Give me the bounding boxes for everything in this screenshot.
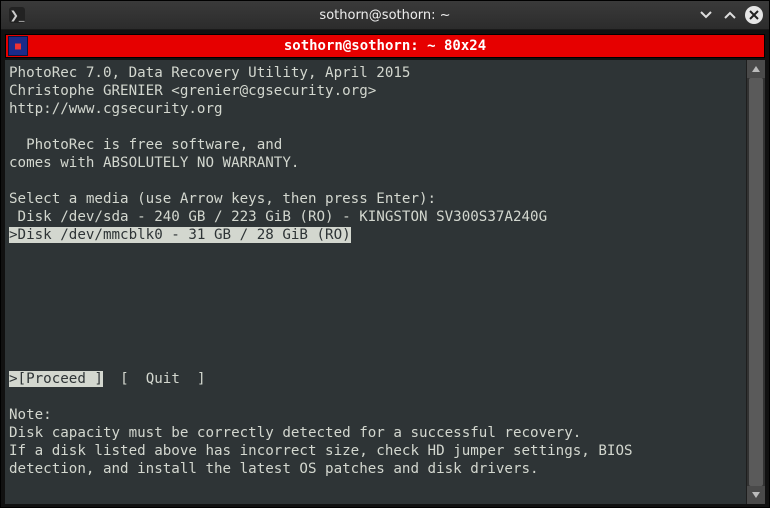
scroll-up-button[interactable]	[747, 60, 765, 78]
window-title: sothorn@sothorn: ~	[1, 8, 769, 23]
window-controls	[697, 6, 763, 24]
disk-row-0[interactable]: Disk /dev/sda - 240 GB / 223 GiB (RO) - …	[9, 209, 547, 225]
select-media-prompt: Select a media (use Arrow keys, then pre…	[9, 191, 436, 207]
terminal-tab-title: sothorn@sothorn: ~ 80x24	[6, 38, 764, 54]
chevron-down-icon	[699, 8, 713, 22]
minimize-button[interactable]	[697, 6, 715, 24]
free-software-line-2: comes with ABSOLUTELY NO WARRANTY.	[9, 155, 299, 171]
close-button[interactable]	[745, 6, 763, 24]
close-icon	[749, 10, 759, 20]
scroll-down-button[interactable]	[747, 486, 765, 504]
chevron-up-icon	[723, 8, 737, 22]
free-software-line-1: PhotoRec is free software, and	[9, 137, 282, 153]
terminal-output[interactable]: PhotoRec 7.0, Data Recovery Utility, Apr…	[5, 60, 746, 504]
menu-option-quit[interactable]: [ Quit ]	[120, 371, 205, 387]
titlebar: ❯_ sothorn@sothorn: ~	[1, 1, 769, 30]
quit-label: Quit	[146, 371, 180, 387]
note-line-1: Disk capacity must be correctly detected…	[9, 425, 581, 441]
note-heading: Note:	[9, 407, 52, 423]
scroll-track[interactable]	[747, 78, 765, 486]
app-author-line: Christophe GRENIER <grenier@cgsecurity.o…	[9, 83, 376, 99]
app-url-line: http://www.cgsecurity.org	[9, 101, 223, 117]
note-line-3: detection, and install the latest OS pat…	[9, 461, 539, 477]
disk-row-1-selected[interactable]: >Disk /dev/mmcblk0 - 31 GB / 28 GiB (RO)	[9, 227, 351, 243]
triangle-down-icon	[751, 490, 761, 500]
note-line-2: If a disk listed above has incorrect siz…	[9, 443, 633, 459]
maximize-button[interactable]	[721, 6, 739, 24]
app-name-line: PhotoRec 7.0, Data Recovery Utility, Apr…	[9, 65, 410, 81]
triangle-up-icon	[751, 64, 761, 74]
terminal-body-wrap: PhotoRec 7.0, Data Recovery Utility, Apr…	[1, 58, 769, 508]
proceed-label: Proceed	[26, 371, 86, 387]
app-window: ❯_ sothorn@sothorn: ~ ■ sothorn@sothorn:…	[0, 0, 770, 508]
terminal-app-icon: ❯_	[9, 7, 25, 23]
scroll-thumb[interactable]	[749, 78, 763, 486]
menu-option-proceed[interactable]: >[Proceed ]	[9, 371, 103, 387]
terminal-tab-bar: ■ sothorn@sothorn: ~ 80x24	[5, 34, 765, 58]
vertical-scrollbar[interactable]	[746, 60, 765, 504]
